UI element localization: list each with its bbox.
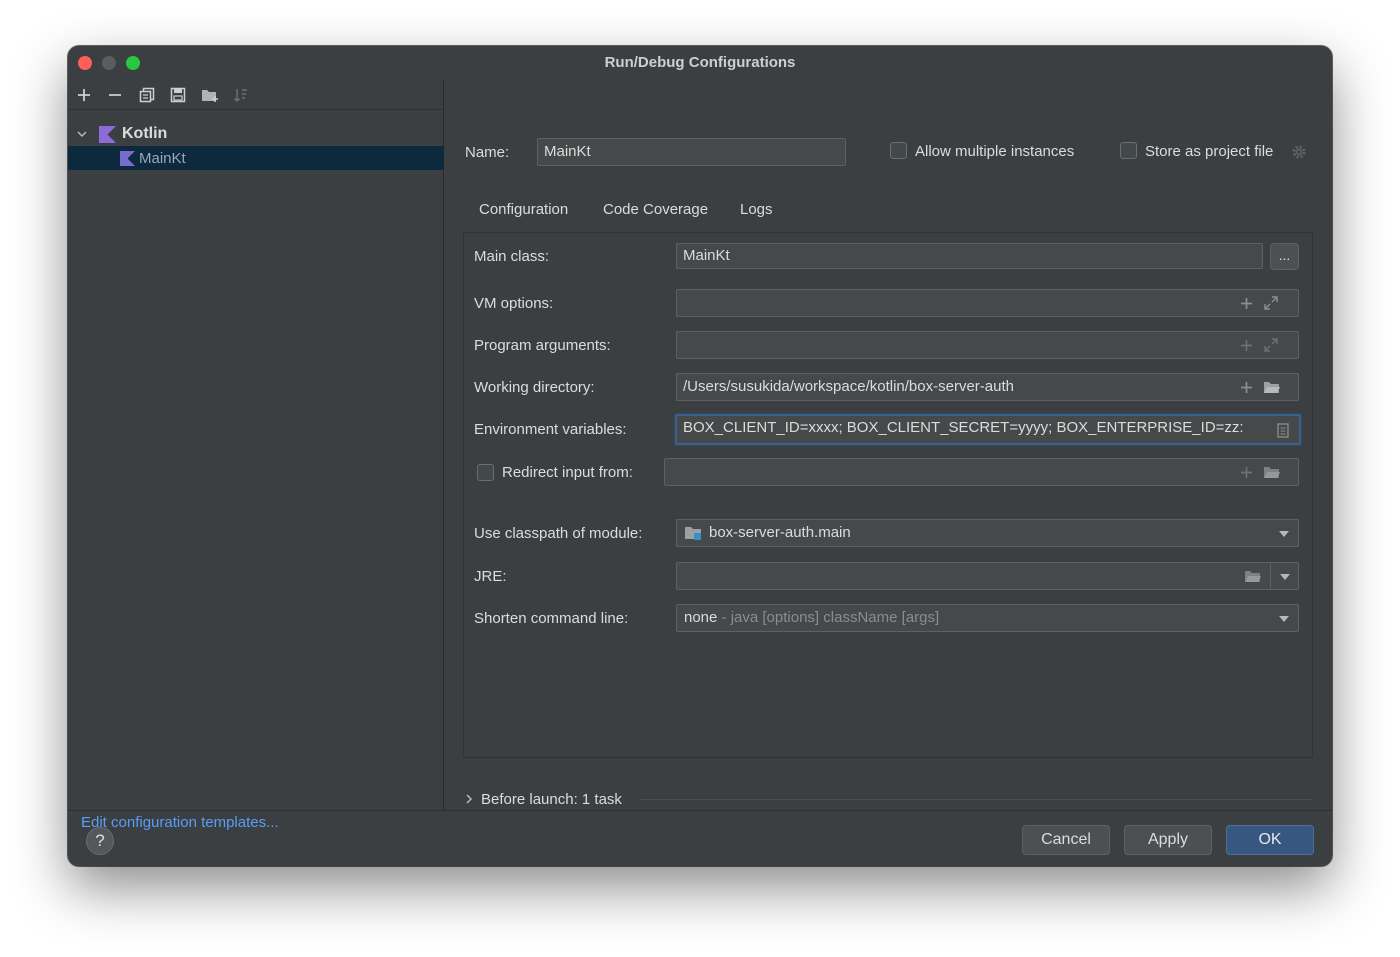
program-arguments-field[interactable] [676,331,1299,359]
add-icon[interactable] [1237,290,1255,316]
allow-multiple-instances-checkbox[interactable] [890,142,907,159]
before-launch-section[interactable]: Before launch: 1 task [463,788,622,810]
expand-icon[interactable] [1262,290,1280,316]
apply-button[interactable]: Apply [1124,825,1212,855]
environment-variables-label: Environment variables: [474,421,627,438]
vm-options-label: VM options: [474,295,554,312]
run-debug-dialog: Run/Debug Configurations Kotlin MainKt E… [68,46,1332,866]
jre-dropdown-separator [1270,563,1271,589]
name-field[interactable]: MainKt [537,138,846,166]
jre-label: JRE: [474,568,507,585]
ok-button[interactable]: OK [1226,825,1314,855]
program-arguments-label: Program arguments: [474,337,611,354]
minimize-window-button[interactable] [102,56,116,70]
chevron-down-icon[interactable] [76,128,90,140]
shorten-command-line-select[interactable]: none - java [options] className [args] [676,604,1299,632]
classpath-module-label: Use classpath of module: [474,525,643,542]
maximize-window-button[interactable] [126,56,140,70]
module-folder-icon [684,525,704,541]
jre-field[interactable] [676,562,1299,590]
tree-item-mainkt[interactable]: MainKt [68,146,444,170]
redirect-input-checkbox[interactable] [477,464,494,481]
main-class-label: Main class: [474,248,550,265]
tree-group-label: Kotlin [122,125,168,142]
chevron-down-icon[interactable] [1279,616,1289,622]
classpath-module-select[interactable]: box-server-auth.main [676,519,1299,547]
name-label: Name: [465,144,510,161]
redirect-input-field[interactable] [664,458,1299,486]
shorten-hint: - java [options] className [args] [721,609,940,626]
tree-group-kotlin[interactable]: Kotlin [68,122,444,146]
folder-icon[interactable] [1242,563,1264,589]
help-button[interactable]: ? [86,827,114,855]
sort-icon[interactable] [230,84,252,106]
kotlin-file-icon [120,150,135,166]
configurations-toolbar [68,80,444,110]
configurations-sidebar: Kotlin MainKt Edit configuration templat… [68,80,444,831]
chevron-down-icon[interactable] [1280,574,1290,580]
add-icon[interactable] [73,84,95,106]
environment-variables-field[interactable]: BOX_CLIENT_ID=xxxx; BOX_CLIENT_SECRET=yy… [675,414,1301,445]
vm-options-field[interactable] [676,289,1299,317]
add-icon[interactable] [1237,374,1255,400]
redirect-input-label: Redirect input from: [502,464,633,481]
main-class-field[interactable]: MainKt [676,243,1263,269]
window-title: Run/Debug Configurations [604,54,796,71]
configuration-editor: Name: MainKt Allow multiple instances St… [445,80,1332,810]
tree-item-label: MainKt [139,149,186,167]
allow-multiple-instances-label: Allow multiple instances [915,143,1075,160]
chevron-right-icon[interactable] [463,793,477,805]
add-icon[interactable] [1237,459,1255,485]
close-window-button[interactable] [78,56,92,70]
working-directory-field[interactable]: /Users/susukida/workspace/kotlin/box-ser… [676,373,1299,401]
tab-logs[interactable]: Logs [740,188,773,232]
save-icon[interactable] [167,84,189,106]
folder-icon[interactable] [1261,459,1283,485]
add-icon[interactable] [1237,332,1255,358]
tab-code-coverage[interactable]: Code Coverage [603,188,708,232]
dialog-footer: ? Cancel Apply OK [68,810,1332,866]
before-launch-divider [640,799,1313,800]
folder-icon[interactable] [1261,374,1283,400]
chevron-down-icon[interactable] [1279,531,1289,537]
document-icon[interactable] [1274,417,1292,443]
gear-icon[interactable] [1291,144,1307,160]
cancel-button[interactable]: Cancel [1022,825,1110,855]
shorten-value: none [684,609,718,626]
before-launch-label: Before launch: 1 task [481,790,622,808]
expand-icon[interactable] [1262,332,1280,358]
store-as-project-file-label: Store as project file [1145,143,1274,160]
remove-icon[interactable] [104,84,126,106]
tab-configuration[interactable]: Configuration [479,188,568,232]
working-directory-label: Working directory: [474,379,595,396]
configuration-tab-panel: Main class: MainKt ... VM options: Progr… [463,232,1313,758]
kotlin-icon [99,125,116,143]
copy-icon[interactable] [136,84,158,106]
store-as-project-file-checkbox[interactable] [1120,142,1137,159]
new-folder-icon[interactable] [199,84,221,106]
shorten-command-line-label: Shorten command line: [474,610,629,627]
browse-main-class-button[interactable]: ... [1270,243,1299,270]
